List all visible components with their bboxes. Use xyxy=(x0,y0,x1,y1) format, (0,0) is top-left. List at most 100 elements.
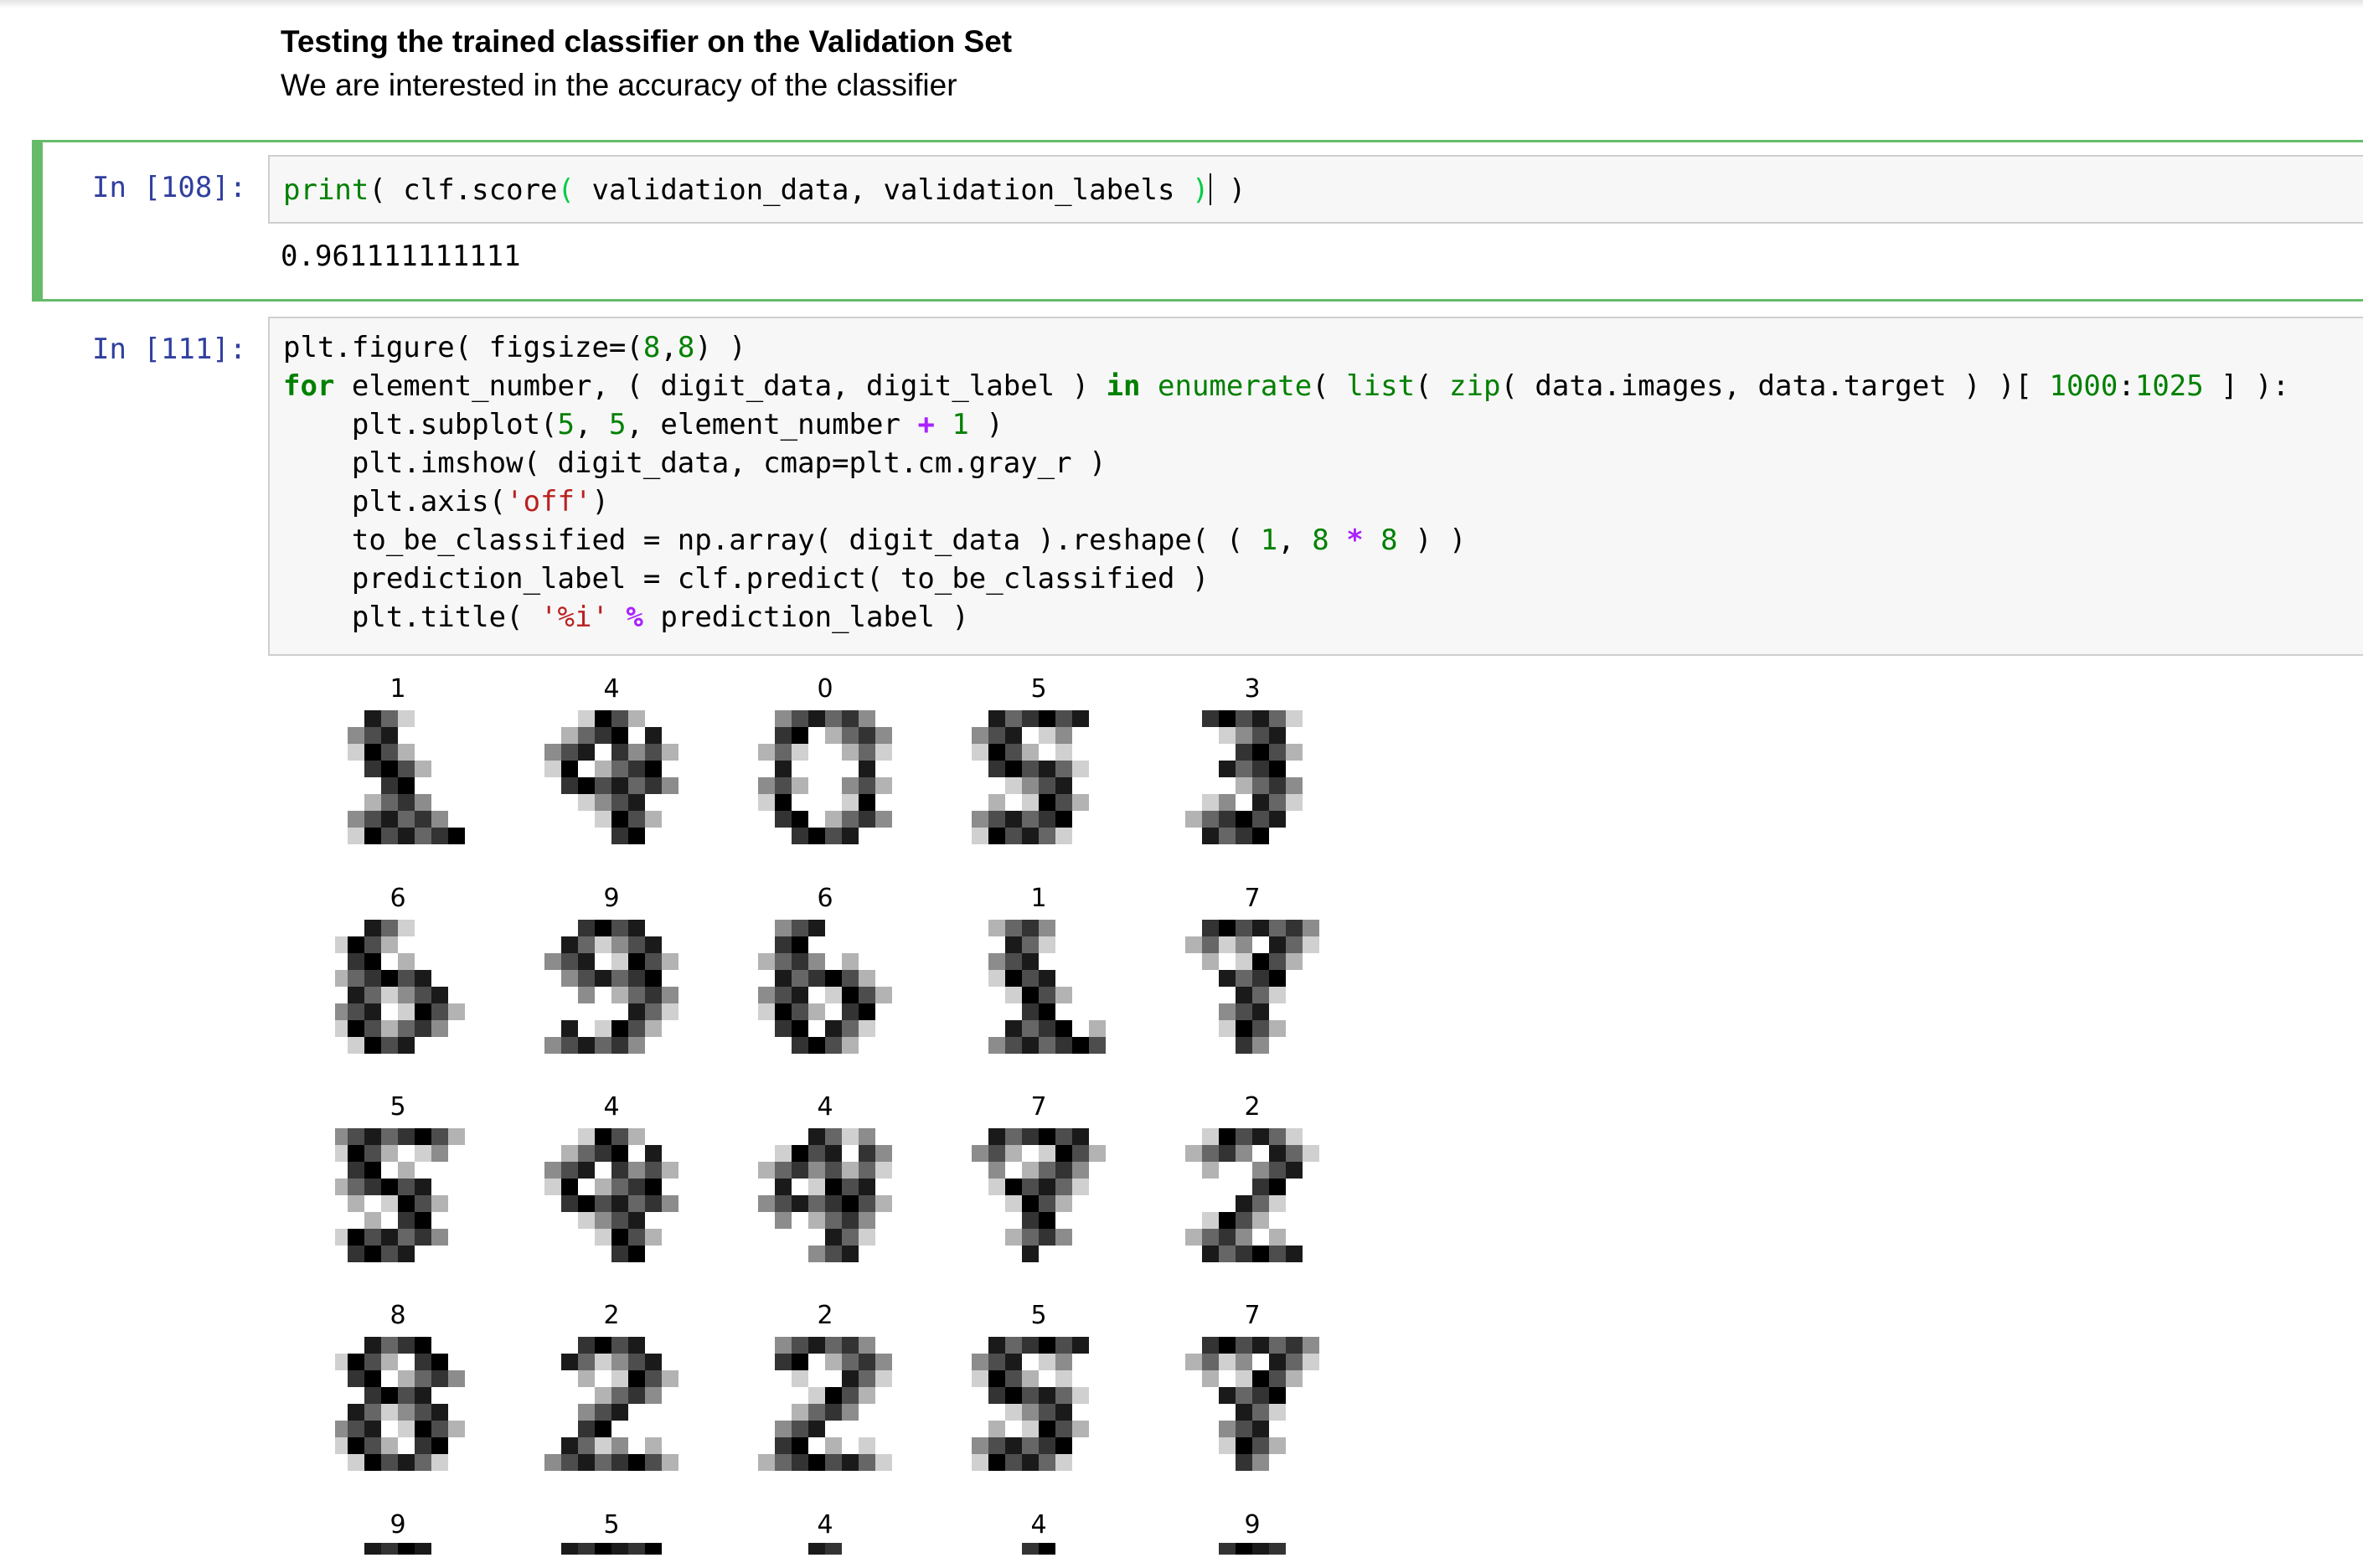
digit-pixel xyxy=(415,828,431,844)
digit-pixel xyxy=(1236,1543,1252,1555)
digit-pixel xyxy=(1202,953,1219,970)
digit-pixel xyxy=(825,1179,842,1195)
digit-pixel xyxy=(808,1421,825,1437)
digit-pixel xyxy=(972,1354,988,1370)
digit-pixel xyxy=(381,1195,398,1212)
digit-pixel xyxy=(381,744,398,761)
digit-pixel xyxy=(611,1337,628,1354)
digit-pixel xyxy=(431,1128,448,1145)
digit-pixel xyxy=(1252,1246,1269,1262)
digit-pixel xyxy=(1039,1337,1055,1354)
digit-pixel xyxy=(578,710,595,727)
digit-pixel xyxy=(561,1354,578,1370)
digit-pixel xyxy=(364,1337,381,1354)
digit-pixel xyxy=(1303,1337,1319,1354)
digit-pixel xyxy=(561,1437,578,1454)
digit-pixel xyxy=(1202,1145,1219,1162)
digit-pixel xyxy=(875,1354,892,1370)
digit-pixel xyxy=(1055,1370,1072,1387)
digit-pixel xyxy=(792,744,808,761)
digit-pixel xyxy=(364,1454,381,1471)
digit-pixel xyxy=(1055,1020,1072,1037)
digit-pixel xyxy=(1236,1212,1252,1229)
cell-selection-bar xyxy=(32,140,43,302)
digit-pixel xyxy=(431,811,448,828)
digit-pixel xyxy=(859,1020,875,1037)
digit-predicted-label: 7 xyxy=(1244,1301,1260,1330)
digit-pixel xyxy=(859,987,875,1003)
digit-pixel xyxy=(381,1246,398,1262)
digit-pixel xyxy=(1252,811,1269,828)
digit-pixel xyxy=(1005,777,1022,794)
digit-pixel xyxy=(1236,1354,1252,1370)
code-input-area[interactable]: print( clf.score( validation_data, valid… xyxy=(268,155,2363,224)
digit-pixel xyxy=(988,1337,1005,1354)
digit-pixel xyxy=(415,794,431,811)
digit-pixel xyxy=(1022,1421,1039,1437)
digit-pixel xyxy=(1236,970,1252,987)
code-block: plt.figure( figsize=(8,8) ) for element_… xyxy=(283,328,2289,637)
digit-image xyxy=(972,710,1089,844)
digit-pixel xyxy=(348,1020,364,1037)
digit-predicted-label: 5 xyxy=(1030,674,1046,704)
digit-pixel xyxy=(1269,1437,1286,1454)
digit-pixel xyxy=(1039,936,1055,953)
digit-pixel xyxy=(792,1421,808,1437)
digit-pixel xyxy=(1286,1354,1303,1370)
digit-pixel xyxy=(1055,1387,1072,1404)
digit-pixel xyxy=(1252,920,1269,936)
digit-pixel xyxy=(1219,761,1236,777)
digit-pixel xyxy=(431,1421,448,1437)
digit-pixel xyxy=(578,1212,595,1229)
digit-pixel xyxy=(1269,710,1286,727)
digit-pixel xyxy=(758,953,775,970)
digit-pixel xyxy=(859,1145,875,1162)
digit-pixel xyxy=(348,953,364,970)
digit-pixel xyxy=(628,1179,645,1195)
digit-pixel xyxy=(611,1454,628,1471)
digit-pixel xyxy=(842,1387,859,1404)
notebook-top-shadow xyxy=(0,0,2363,8)
digit-pixel xyxy=(595,761,611,777)
digit-pixel xyxy=(645,744,662,761)
digit-pixel xyxy=(775,1421,792,1437)
digit-pixel xyxy=(415,1128,431,1145)
digit-pixel xyxy=(561,1454,578,1471)
digit-pixel xyxy=(645,970,662,987)
digit-pixel xyxy=(1236,1404,1252,1421)
digit-pixel xyxy=(988,1145,1005,1162)
code-input-area[interactable]: plt.figure( figsize=(8,8) ) for element_… xyxy=(268,317,2363,656)
digit-pixel xyxy=(842,1020,859,1037)
digit-predicted-label: 4 xyxy=(1030,1510,1046,1540)
digit-pixel xyxy=(1055,828,1072,844)
digit-image xyxy=(331,920,465,1054)
digit-pixel xyxy=(1252,1421,1269,1437)
digit-pixel xyxy=(988,794,1005,811)
digit-pixel xyxy=(381,970,398,987)
digit-pixel xyxy=(1022,1020,1039,1037)
digit-pixel xyxy=(431,1404,448,1421)
digit-pixel xyxy=(1039,710,1055,727)
digit-pixel xyxy=(628,1246,645,1262)
digit-pixel xyxy=(628,970,645,987)
digit-pixel xyxy=(331,1020,348,1037)
digit-pixel xyxy=(398,1404,415,1421)
digit-pixel xyxy=(415,761,431,777)
digit-pixel xyxy=(775,1145,792,1162)
digit-pixel xyxy=(1022,811,1039,828)
digit-pixel xyxy=(1269,970,1286,987)
digit-pixel xyxy=(775,727,792,744)
digit-pixel xyxy=(595,1212,611,1229)
digit-pixel xyxy=(578,1128,595,1145)
digit-predicted-label: 7 xyxy=(1244,884,1260,913)
digit-predicted-label: 9 xyxy=(1244,1510,1260,1540)
digit-pixel xyxy=(578,936,595,953)
markdown-cell[interactable]: Testing the trained classifier on the Va… xyxy=(281,20,1012,107)
digit-pixel xyxy=(1039,1179,1055,1195)
digit-pixel xyxy=(1236,987,1252,1003)
digit-pixel xyxy=(578,794,595,811)
digit-pixel xyxy=(331,1421,348,1437)
digit-pixel xyxy=(1022,1162,1039,1179)
digit-pixel xyxy=(595,727,611,744)
digit-pixel xyxy=(825,1354,842,1370)
